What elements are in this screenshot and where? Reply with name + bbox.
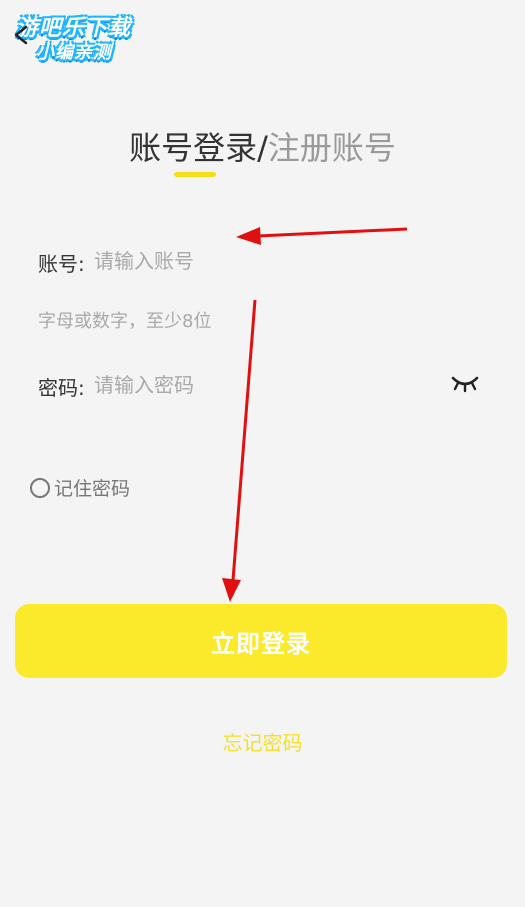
password-input[interactable] bbox=[94, 370, 394, 400]
arrow-to-login-button bbox=[222, 299, 257, 602]
remember-password-label: 记住密码 bbox=[54, 478, 131, 500]
account-input[interactable] bbox=[94, 246, 394, 276]
tab-register-account[interactable]: 注册账号 bbox=[268, 129, 396, 167]
auth-tabs: 账号登录/注册账号 bbox=[0, 126, 525, 170]
remember-radio[interactable] bbox=[30, 477, 50, 498]
active-tab-indicator bbox=[174, 172, 216, 177]
password-label: 密码: bbox=[38, 376, 85, 400]
remember-password-option[interactable]: 记住密码 bbox=[30, 474, 130, 501]
login-button[interactable]: 立即登录 bbox=[15, 604, 507, 678]
watermark-line-2: 小编亲测 bbox=[36, 42, 112, 63]
eye-closed-icon[interactable] bbox=[450, 372, 480, 394]
tab-separator: / bbox=[257, 129, 268, 167]
back-arrow-icon[interactable] bbox=[10, 24, 32, 46]
forgot-password-link[interactable]: 忘记密码 bbox=[0, 727, 525, 756]
account-label: 账号: bbox=[38, 252, 85, 276]
arrow-to-account-field bbox=[236, 227, 408, 245]
account-hint: 字母或数字，至少8位 bbox=[38, 311, 212, 332]
tab-account-login[interactable]: 账号登录 bbox=[129, 129, 257, 167]
login-button-label: 立即登录 bbox=[211, 630, 311, 658]
